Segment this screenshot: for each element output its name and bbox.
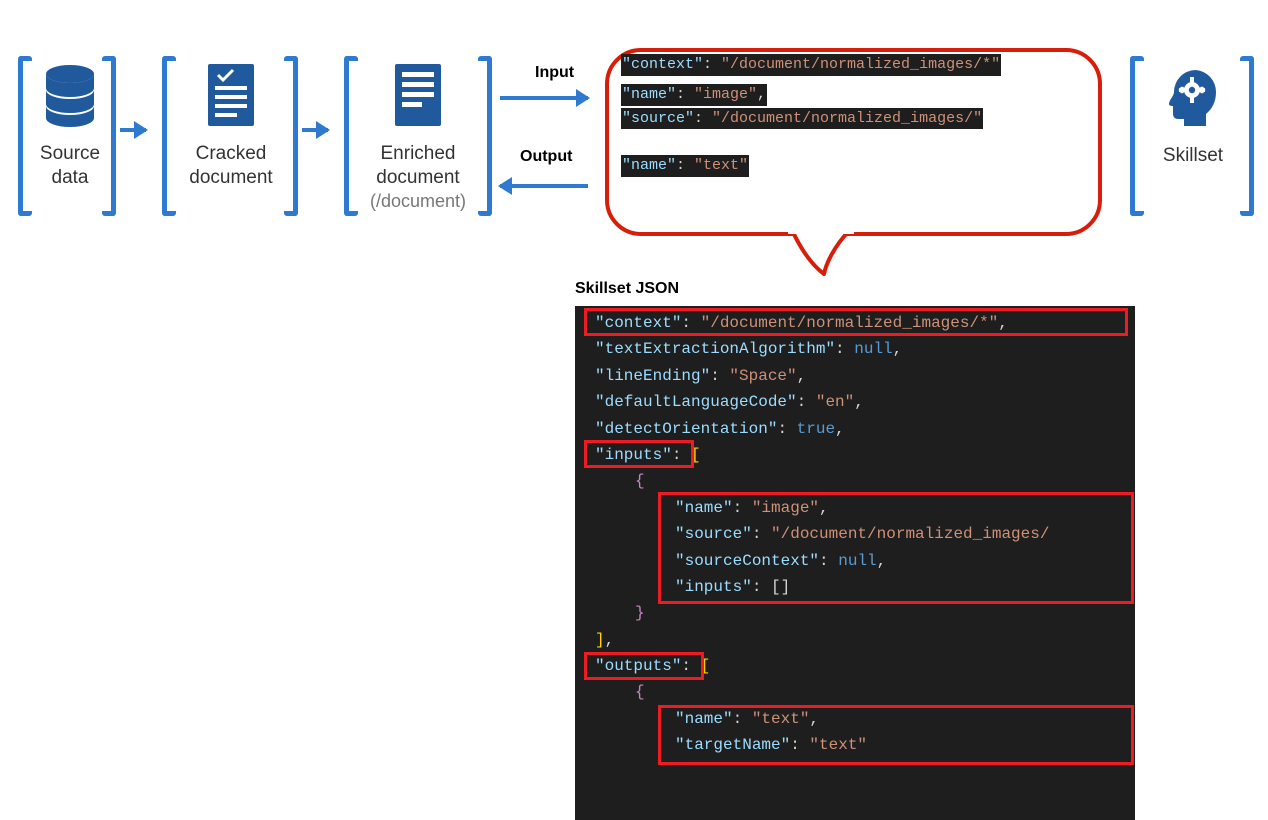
bracket-cracked-left: [162, 56, 176, 216]
bubble-name-image-line: "name": "image",: [621, 84, 767, 106]
bracket-cracked-right: [284, 56, 298, 216]
bubble-name-text-line: "name": "text": [621, 155, 749, 177]
speech-bubble-tail: [786, 228, 856, 276]
json-line-textextraction: "textExtractionAlgorithm": null,: [575, 336, 1135, 362]
bracket-skillset-left: [1130, 56, 1144, 216]
stage-skillset: Skillset: [1148, 66, 1238, 168]
cracked-label-2: document: [189, 166, 272, 190]
json-line-out-target: "targetName": "text": [575, 732, 1135, 758]
json-line-bracket-close: ],: [575, 627, 1135, 653]
stage-enriched: Enriched document (/document): [350, 62, 486, 212]
json-line-out-name: "name": "text",: [575, 706, 1135, 732]
arrow-2: [302, 128, 328, 132]
skillset-label: Skillset: [1163, 144, 1223, 168]
output-label: Output: [520, 148, 572, 166]
bubble-context-line: "context": "/document/normalized_images/…: [621, 54, 1001, 76]
json-line-brace-close-1: }: [575, 600, 1135, 626]
bracket-source-right: [102, 56, 116, 216]
json-line-inp-srcctx: "sourceContext": null,: [575, 548, 1135, 574]
enriched-label-2: document: [376, 166, 459, 190]
json-line-brace-open-1: {: [575, 468, 1135, 494]
json-line-detectorient: "detectOrientation": true,: [575, 416, 1135, 442]
stage-cracked: Cracked document: [176, 62, 286, 190]
bracket-skillset-right: [1240, 56, 1254, 216]
head-gear-icon: [1162, 66, 1224, 128]
cracked-label-1: Cracked: [196, 142, 267, 166]
database-icon: [42, 64, 98, 128]
json-line-inp-source: "source": "/document/normalized_images/: [575, 521, 1135, 547]
json-title: Skillset JSON: [575, 280, 679, 298]
json-line-lineending: "lineEnding": "Space",: [575, 363, 1135, 389]
arrow-input: [500, 96, 588, 100]
document-check-icon: [204, 62, 258, 128]
source-label-1: Source: [40, 142, 100, 166]
json-line-inputs: "inputs": [: [575, 442, 1135, 468]
stage-source: Source data: [32, 64, 108, 190]
bracket-source-left: [18, 56, 32, 216]
document-lines-icon: [391, 62, 445, 128]
bubble-source-line: "source": "/document/normalized_images/": [621, 108, 983, 130]
json-line-inp-inputs: "inputs": []: [575, 574, 1135, 600]
json-line-context: "context": "/document/normalized_images/…: [575, 310, 1135, 336]
json-line-inp-name: "name": "image",: [575, 495, 1135, 521]
json-line-outputs: "outputs": [: [575, 653, 1135, 679]
bracket-enriched-right: [478, 56, 492, 216]
source-label-2: data: [52, 166, 89, 190]
json-line-brace-open-2: {: [575, 679, 1135, 705]
json-block: "context": "/document/normalized_images/…: [575, 306, 1135, 820]
json-line-defaultlang: "defaultLanguageCode": "en",: [575, 389, 1135, 415]
arrow-output: [500, 184, 588, 188]
input-label: Input: [535, 64, 574, 82]
enriched-label-1: Enriched: [381, 142, 456, 166]
speech-bubble: "context": "/document/normalized_images/…: [605, 48, 1102, 236]
enriched-sublabel: (/document): [370, 190, 466, 213]
arrow-1: [120, 128, 146, 132]
